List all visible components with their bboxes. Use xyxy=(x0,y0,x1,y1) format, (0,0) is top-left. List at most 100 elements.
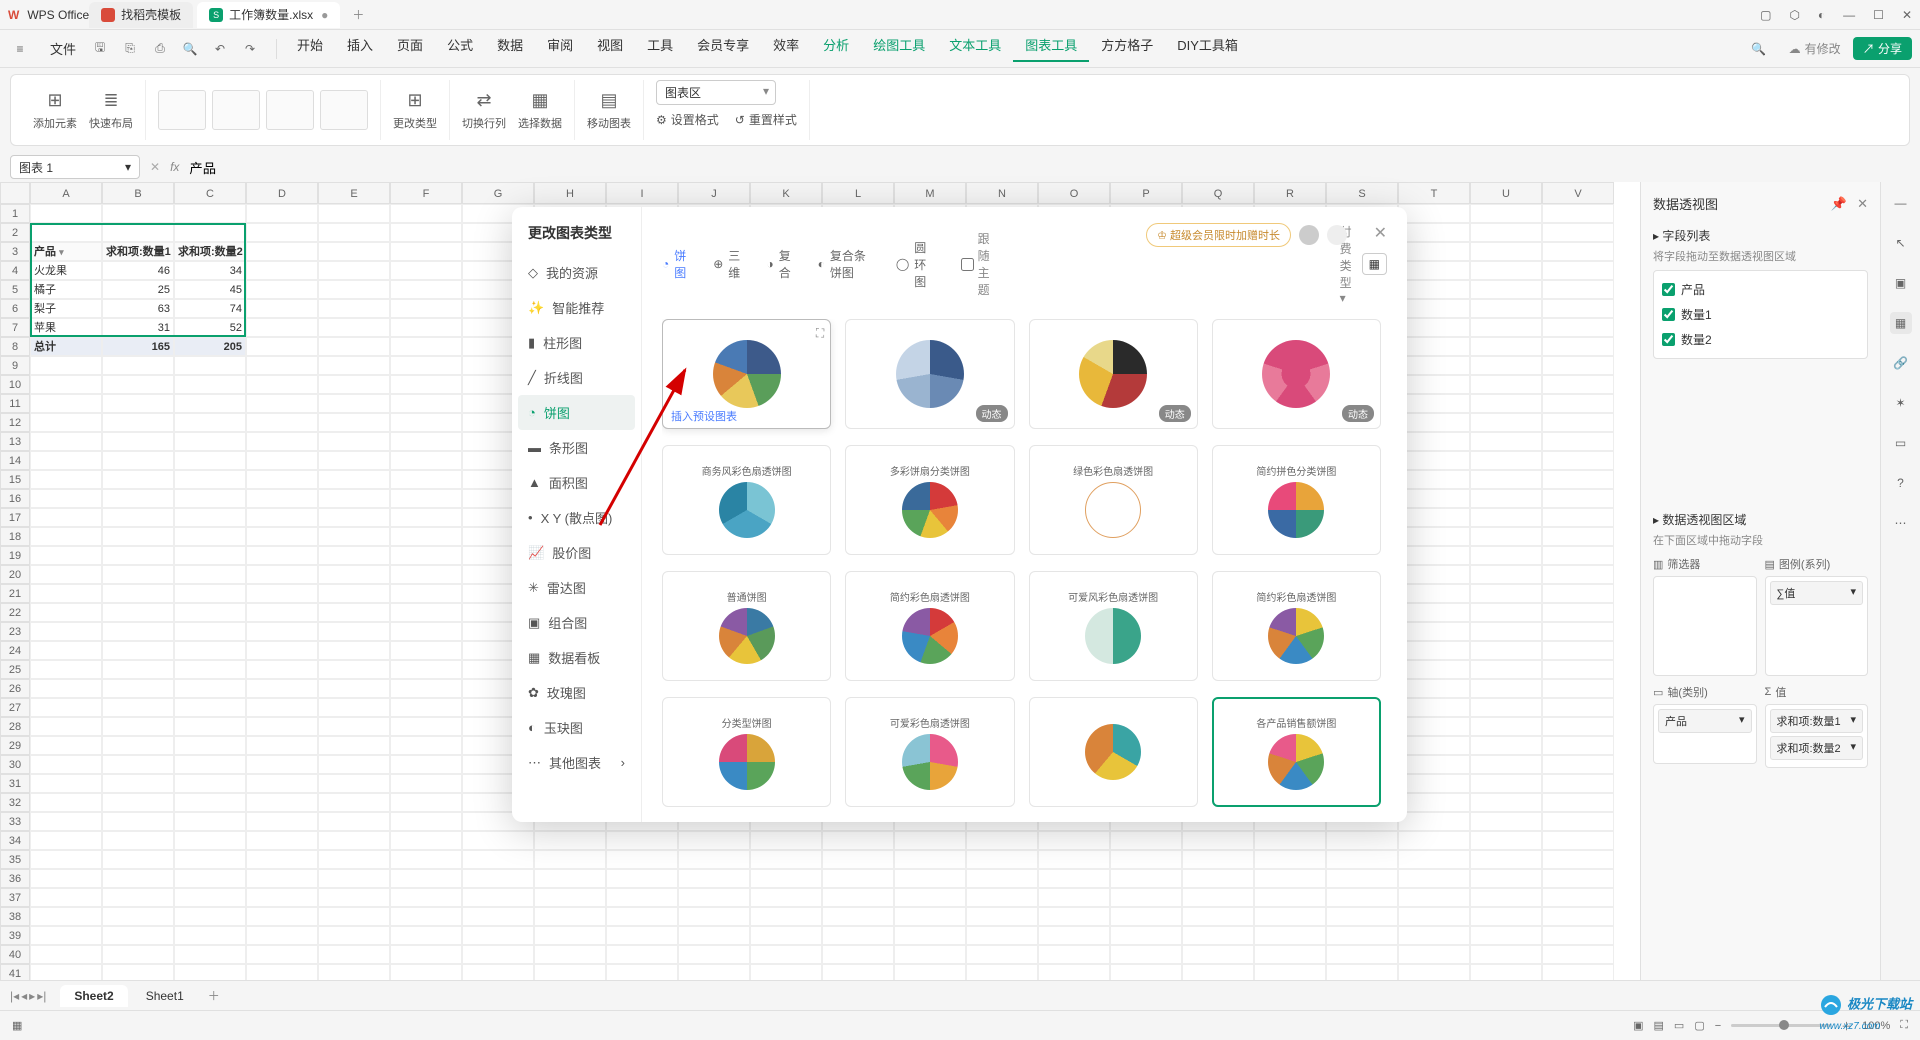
tab-3d[interactable]: ⊕ 三维 xyxy=(713,247,742,281)
menu-DIY工具箱[interactable]: DIY工具箱 xyxy=(1165,35,1250,62)
status-mode-icon[interactable]: ▦ xyxy=(12,1019,22,1032)
tab-compound[interactable]: ◑ 复合 xyxy=(766,247,793,281)
name-box[interactable]: 图表 1▾ xyxy=(10,155,140,179)
add-tab-button[interactable]: ＋ xyxy=(352,6,364,23)
menu-效率[interactable]: 效率 xyxy=(761,35,811,62)
menu-开始[interactable]: 开始 xyxy=(285,35,335,62)
menu-分析[interactable]: 分析 xyxy=(811,35,861,62)
link-icon[interactable]: 🔗 xyxy=(1890,352,1912,374)
close-panel-icon[interactable]: ✕ xyxy=(1857,196,1868,212)
axis-area[interactable]: 产品▾ xyxy=(1653,704,1757,764)
chart-style-card[interactable]: 简约彩色扇透饼图 xyxy=(1212,571,1381,681)
grid-view-icon[interactable]: ▦ xyxy=(1362,253,1387,275)
field-item[interactable]: 数量2 xyxy=(1660,327,1861,352)
chart-style-card[interactable]: 绿色彩色扇透饼图 xyxy=(1029,445,1198,555)
reset-style-button[interactable]: ↺ 重置样式 xyxy=(735,111,797,128)
help-icon[interactable]: ? xyxy=(1890,472,1912,494)
sheet-tab[interactable]: Sheet1 xyxy=(132,985,198,1007)
chart-style-card[interactable]: 简约彩色扇透饼图 xyxy=(845,571,1014,681)
side-item-3[interactable]: ╱折线图 xyxy=(512,360,641,395)
menu-会员专享[interactable]: 会员专享 xyxy=(685,35,761,62)
chart-style-card[interactable]: 多彩饼扇分类饼图 xyxy=(845,445,1014,555)
side-item-0[interactable]: ◇我的资源 xyxy=(512,255,641,290)
chart-style-card[interactable]: 动态 xyxy=(1212,319,1381,429)
fx-icon[interactable]: fx xyxy=(170,160,179,174)
values-area[interactable]: 求和项:数量1▾ 求和项:数量2▾ xyxy=(1765,704,1869,768)
menu-工具[interactable]: 工具 xyxy=(635,35,685,62)
style-thumb[interactable] xyxy=(212,90,260,130)
tab-workbook[interactable]: S 工作簿数量.xlsx ● xyxy=(197,2,340,28)
quick-layout-button[interactable]: ≣快速布局 xyxy=(89,89,133,131)
area-chip[interactable]: 产品▾ xyxy=(1658,709,1752,733)
chart-style-card[interactable]: 可爱彩色扇透饼图 xyxy=(845,697,1014,807)
side-item-12[interactable]: ✿玫瑰图 xyxy=(512,675,641,710)
close-dialog-button[interactable]: ✕ xyxy=(1374,223,1387,243)
select-data-button[interactable]: ▦选择数据 xyxy=(518,89,562,131)
pin-icon[interactable]: 📌 xyxy=(1831,196,1847,212)
cloud-modified-icon[interactable]: ☁ 有修改 xyxy=(1789,40,1841,57)
side-item-1[interactable]: ✨智能推荐 xyxy=(512,290,641,325)
settings-icon[interactable]: ✶ xyxy=(1890,392,1912,414)
chart-style-card[interactable]: 简约拼色分类饼图 xyxy=(1212,445,1381,555)
window-icon[interactable]: ▢ xyxy=(1760,8,1771,22)
style-thumb[interactable] xyxy=(158,90,206,130)
properties-icon[interactable]: ▣ xyxy=(1890,272,1912,294)
format-selection-button[interactable]: ⚙ 设置格式 xyxy=(656,111,719,128)
preview-icon[interactable]: 🔍 xyxy=(178,37,202,61)
chart-style-card[interactable]: 普通饼图 xyxy=(662,571,831,681)
legend-area[interactable]: ∑值▾ xyxy=(1765,576,1869,676)
menu-公式[interactable]: 公式 xyxy=(435,35,485,62)
menu-审阅[interactable]: 审阅 xyxy=(535,35,585,62)
chart-style-card[interactable]: 可爱风彩色扇透饼图 xyxy=(1029,571,1198,681)
chart-style-card[interactable]: 动态 xyxy=(845,319,1014,429)
area-chip[interactable]: ∑值▾ xyxy=(1770,581,1864,605)
side-item-13[interactable]: ◐玉玦图 xyxy=(512,710,641,745)
first-sheet-icon[interactable]: |◂ xyxy=(10,989,19,1003)
chart-style-thumbs[interactable] xyxy=(158,90,368,130)
view-pagebreak-icon[interactable]: ▭ xyxy=(1674,1019,1684,1032)
collapse-icon[interactable]: — xyxy=(1890,192,1912,214)
menu-页面[interactable]: 页面 xyxy=(385,35,435,62)
formula-input[interactable] xyxy=(189,160,1910,175)
menu-插入[interactable]: 插入 xyxy=(335,35,385,62)
chart-style-card[interactable]: 插入预设图表⛶ xyxy=(662,319,831,429)
select-tool-icon[interactable]: ↖ xyxy=(1890,232,1912,254)
print-icon[interactable]: ⎙ xyxy=(148,37,172,61)
view-normal-icon[interactable]: ▣ xyxy=(1633,1019,1643,1032)
side-item-9[interactable]: ✳雷达图 xyxy=(512,570,641,605)
add-element-button[interactable]: ⊞添加元素 xyxy=(33,89,77,131)
cube-icon[interactable]: ⬡ xyxy=(1789,8,1799,22)
style-thumb[interactable] xyxy=(320,90,368,130)
style-thumb[interactable] xyxy=(266,90,314,130)
close-window-icon[interactable]: ✕ xyxy=(1902,8,1912,22)
menu-icon[interactable]: ≡ xyxy=(8,37,32,61)
tab-templates[interactable]: 找稻壳模板 xyxy=(89,2,193,28)
menu-绘图工具[interactable]: 绘图工具 xyxy=(861,35,937,62)
side-item-8[interactable]: 📈股价图 xyxy=(512,535,641,570)
file-menu[interactable]: 文件 xyxy=(38,39,88,58)
chart-area-dropdown[interactable]: 图表区 xyxy=(656,80,776,105)
field-list[interactable]: 产品 数量1 数量2 xyxy=(1653,270,1868,359)
field-item[interactable]: 产品 xyxy=(1660,277,1861,302)
side-item-2[interactable]: ▮柱形图 xyxy=(512,325,641,360)
field-item[interactable]: 数量1 xyxy=(1660,302,1861,327)
menu-视图[interactable]: 视图 xyxy=(585,35,635,62)
filter-area[interactable] xyxy=(1653,576,1757,676)
tablet-icon[interactable]: ▭ xyxy=(1890,432,1912,454)
area-chip[interactable]: 求和项:数量1▾ xyxy=(1770,709,1864,733)
side-item-5[interactable]: ▬条形图 xyxy=(512,430,641,465)
tab-donut[interactable]: ◯ 圆环图 xyxy=(896,239,937,290)
change-chart-type-button[interactable]: ⊞更改类型 xyxy=(393,89,437,131)
side-item-6[interactable]: ▲面积图 xyxy=(512,465,641,500)
tab-pie[interactable]: ◔ 饼图 xyxy=(662,247,689,281)
next-sheet-icon[interactable]: ▸ xyxy=(29,989,35,1003)
chart-style-card[interactable] xyxy=(1029,697,1198,807)
menu-方方格子[interactable]: 方方格子 xyxy=(1089,35,1165,62)
prev-sheet-icon[interactable]: ◂ xyxy=(21,989,27,1003)
switch-rowcol-button[interactable]: ⇄切换行列 xyxy=(462,89,506,131)
promo-banner[interactable]: ♔ 超级会员限时加赠时长 xyxy=(1146,223,1347,247)
export-icon[interactable]: ⎘ xyxy=(118,37,142,61)
fx-cancel-icon[interactable]: ✕ xyxy=(150,160,160,174)
close-icon[interactable]: ● xyxy=(321,8,328,22)
pivot-icon[interactable]: ▦ xyxy=(1890,312,1912,334)
